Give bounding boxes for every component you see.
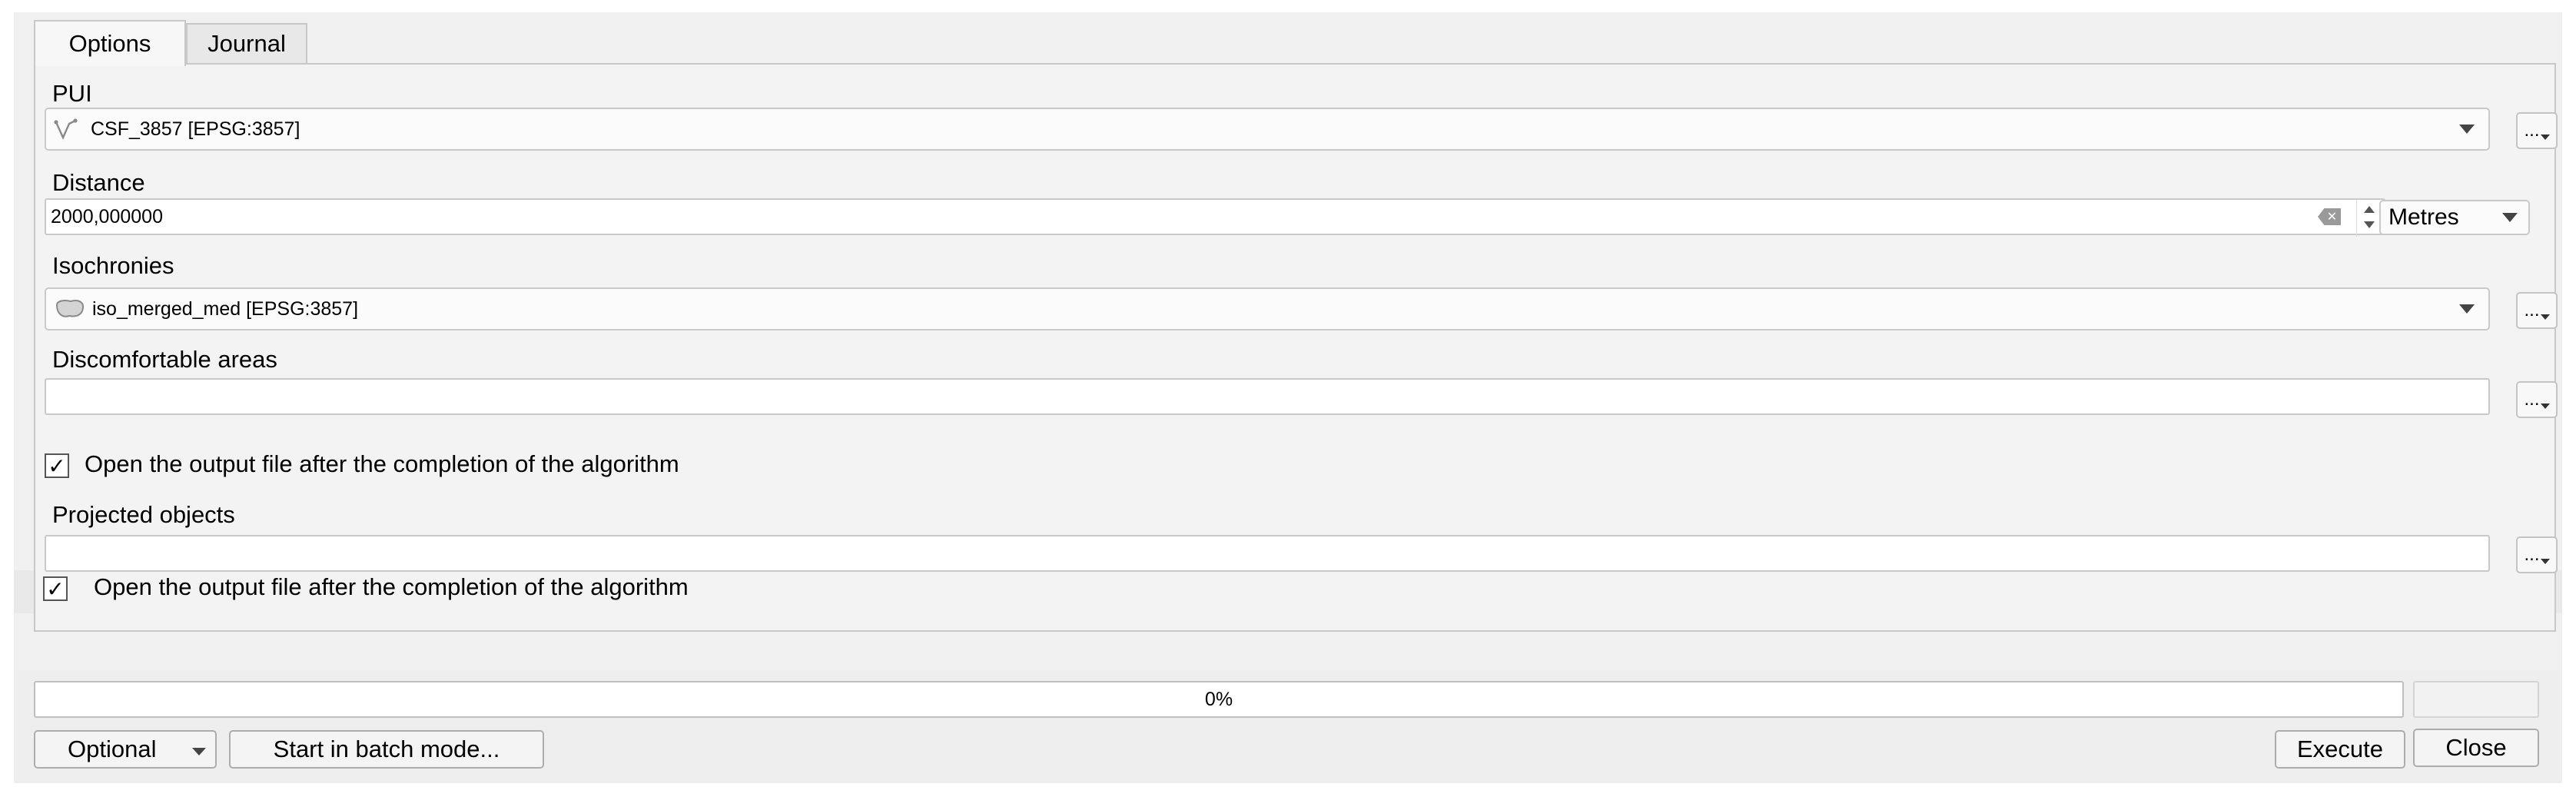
tab-journal[interactable]: Journal xyxy=(186,23,307,63)
discomfortable-open-label: Open the output file after the completio… xyxy=(85,450,679,477)
chevron-down-icon xyxy=(2540,559,2550,564)
pui-label: PUI xyxy=(52,80,92,107)
close-label: Close xyxy=(2445,734,2507,761)
pui-combobox[interactable]: CSF_3857 [EPSG:3857] xyxy=(45,108,2490,151)
optional-label: Optional xyxy=(68,736,157,762)
algorithm-dialog: Options Journal PUI CSF_3857 [EPSG:3857]… xyxy=(14,12,2562,783)
close-button[interactable]: Close xyxy=(2413,729,2539,767)
chevron-down-icon xyxy=(2540,314,2550,320)
chevron-down-icon xyxy=(2540,403,2550,409)
tab-options[interactable]: Options xyxy=(34,20,186,66)
isochronies-combobox[interactable]: iso_merged_med [EPSG:3857] xyxy=(45,287,2490,330)
chevron-down-icon xyxy=(2502,213,2518,222)
projected-label: Projected objects xyxy=(52,501,235,528)
execute-label: Execute xyxy=(2296,736,2383,762)
progress-text: 0% xyxy=(1204,688,1233,710)
distance-spinner[interactable] xyxy=(2356,200,2382,237)
pui-browse-button[interactable]: ... xyxy=(2516,112,2558,149)
chevron-down-icon xyxy=(2540,134,2550,140)
spin-down-icon[interactable] xyxy=(2364,221,2375,228)
optional-button[interactable]: Optional xyxy=(34,730,217,769)
chevron-down-icon xyxy=(2459,304,2475,314)
distance-input[interactable]: 2000,000000 ✕ xyxy=(45,198,2385,237)
spin-up-icon[interactable] xyxy=(2364,206,2375,213)
chevron-down-icon xyxy=(192,748,206,755)
polygon-layer-icon xyxy=(54,297,86,320)
projected-open-checkbox[interactable]: ✓ xyxy=(43,576,68,601)
distance-label: Distance xyxy=(52,169,145,196)
clear-icon[interactable]: ✕ xyxy=(2318,208,2341,225)
cancel-button[interactable] xyxy=(2413,681,2539,718)
pui-value: CSF_3857 [EPSG:3857] xyxy=(91,118,300,140)
isochronies-browse-button[interactable]: ... xyxy=(2516,292,2558,329)
discomfortable-output-input[interactable] xyxy=(45,378,2490,415)
isochronies-value: iso_merged_med [EPSG:3857] xyxy=(92,297,359,320)
distance-units-select[interactable]: Metres xyxy=(2379,200,2530,235)
discomfortable-open-checkbox[interactable]: ✓ xyxy=(45,453,69,478)
line-layer-icon xyxy=(54,116,85,142)
units-value: Metres xyxy=(2388,204,2459,230)
options-panel: PUI CSF_3857 [EPSG:3857] ... Distance 20… xyxy=(34,63,2558,632)
projected-open-label: Open the output file after the completio… xyxy=(94,573,689,600)
distance-value: 2000,000000 xyxy=(51,205,163,227)
projected-browse-button[interactable]: ... xyxy=(2516,536,2558,573)
chevron-down-icon xyxy=(2459,125,2475,134)
execute-button[interactable]: Execute xyxy=(2275,730,2405,769)
discomfortable-label: Discomfortable areas xyxy=(52,346,277,373)
batch-mode-button[interactable]: Start in batch mode... xyxy=(229,730,544,769)
discomfortable-browse-button[interactable]: ... xyxy=(2516,381,2558,418)
progress-bar: 0% xyxy=(34,681,2404,718)
isochronies-label: Isochronies xyxy=(52,252,174,279)
projected-output-input[interactable] xyxy=(45,535,2490,572)
batch-mode-label: Start in batch mode... xyxy=(273,736,500,762)
